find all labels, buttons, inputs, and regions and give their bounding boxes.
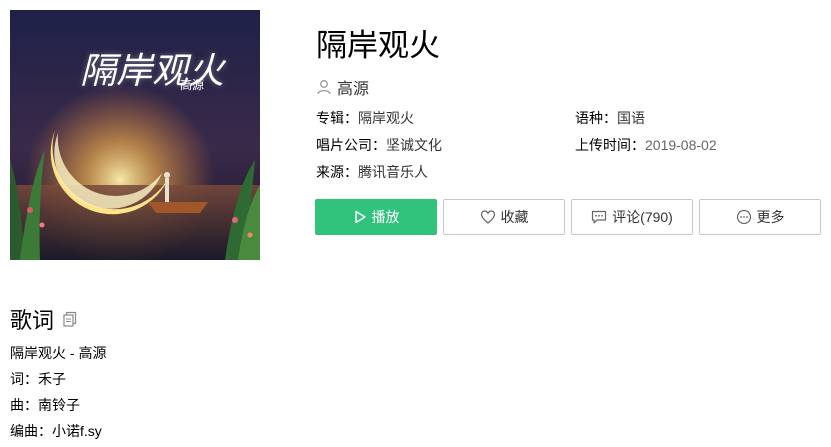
source-info: 来源：腾讯音乐人 — [316, 162, 428, 182]
singer-name[interactable]: 高源 — [337, 75, 369, 99]
upload-label: 上传时间： — [575, 137, 645, 153]
company-label: 唱片公司： — [316, 137, 386, 153]
album-info: 专辑：隔岸观火 — [316, 108, 414, 128]
play-button[interactable]: 播放 — [315, 199, 437, 235]
favorite-button[interactable]: 收藏 — [443, 199, 565, 235]
more-label: 更多 — [756, 209, 785, 225]
language-label: 语种： — [575, 110, 617, 126]
comment-icon — [592, 210, 607, 224]
singer-link[interactable]: 高源 — [316, 76, 369, 98]
lyric-line: 词：禾子 — [10, 371, 66, 387]
more-icon — [736, 209, 751, 225]
song-title: 隔岸观火 — [316, 28, 440, 63]
upload-info: 上传时间：2019-08-02 — [575, 135, 717, 155]
more-button[interactable]: 更多 — [699, 199, 821, 235]
user-icon — [317, 80, 331, 95]
album-link[interactable]: 隔岸观火 — [358, 110, 414, 126]
lyric-line: 编曲：小诺f.sy — [10, 423, 102, 439]
company-value: 坚诚文化 — [386, 137, 442, 153]
lyric-line: 曲：南铃子 — [10, 397, 80, 413]
lyrics-heading: 歌词 — [10, 303, 78, 335]
company-info: 唱片公司：坚诚文化 — [316, 135, 442, 155]
heart-icon — [480, 210, 495, 224]
lyrics-heading-text: 歌词 — [10, 308, 55, 333]
favorite-label: 收藏 — [500, 209, 529, 225]
source-label: 来源： — [316, 164, 358, 180]
language-value: 国语 — [617, 110, 645, 126]
play-label: 播放 — [371, 209, 400, 225]
upload-date: 2019-08-02 — [645, 137, 717, 153]
album-label: 专辑： — [316, 110, 358, 126]
comment-button[interactable]: 评论(790) — [571, 199, 693, 235]
play-icon — [354, 210, 366, 224]
album-cover[interactable]: 隔岸观火 高源 — [10, 10, 260, 260]
source-value: 腾讯音乐人 — [358, 164, 428, 180]
comment-label: 评论(790) — [612, 209, 673, 225]
lyric-line: 隔岸观火 - 高源 — [10, 345, 107, 361]
language-info: 语种：国语 — [575, 108, 645, 128]
copy-icon[interactable] — [62, 311, 78, 327]
cover-artist-art: 高源 — [180, 78, 205, 92]
